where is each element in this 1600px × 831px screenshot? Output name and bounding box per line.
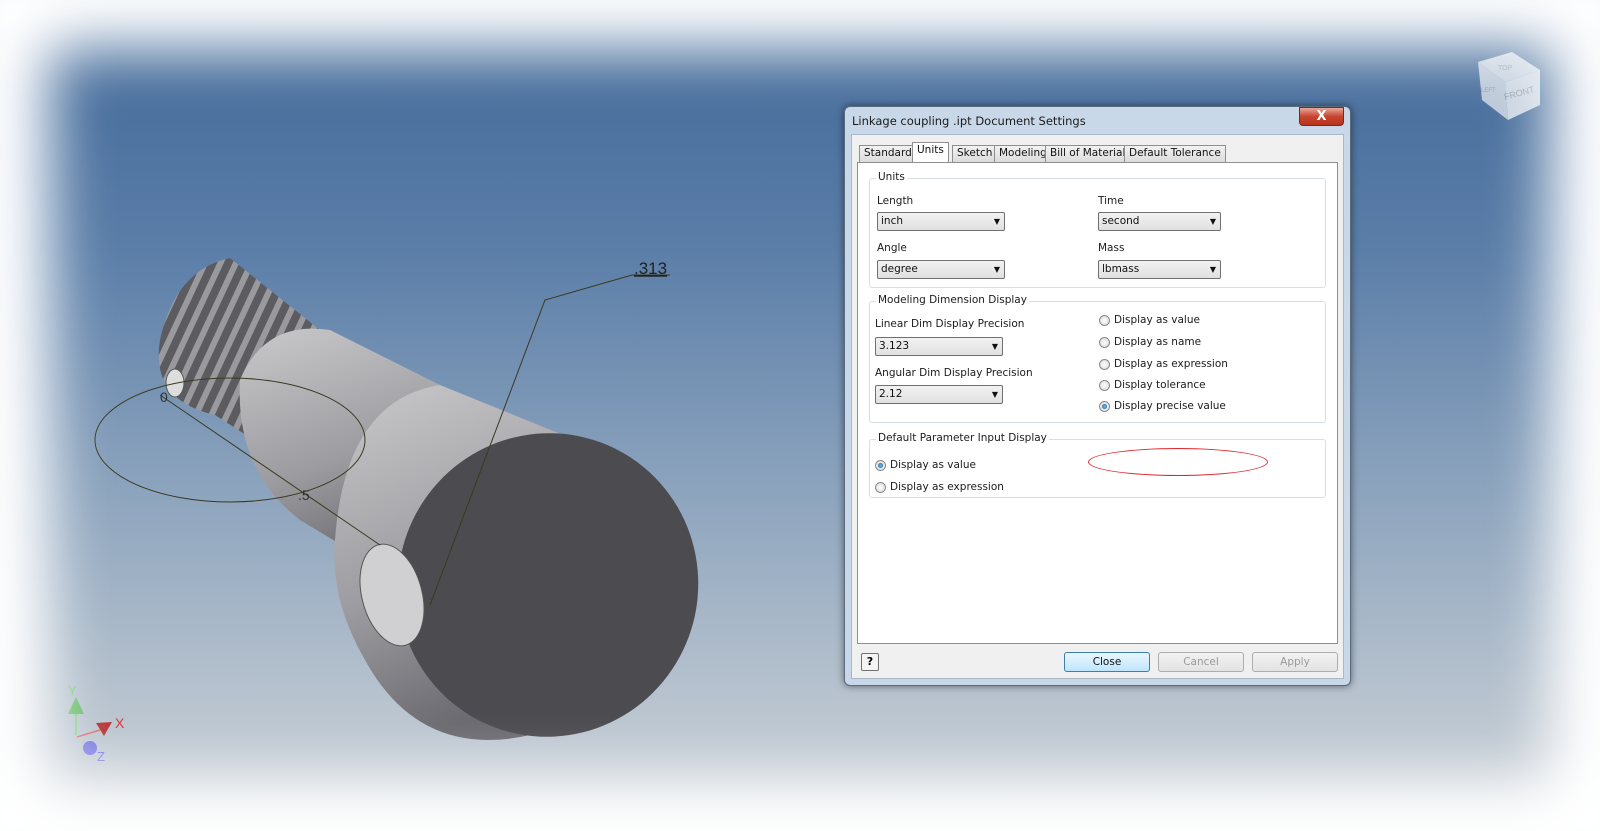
radio-button[interactable] bbox=[1099, 336, 1110, 348]
chevron-down-icon: ▼ bbox=[991, 390, 998, 399]
angle-select[interactable]: degree ▼ bbox=[877, 260, 1005, 279]
dimension-313[interactable]: .313 bbox=[634, 259, 667, 278]
chevron-down-icon: ▼ bbox=[993, 217, 1000, 226]
mass-select[interactable]: lbmass ▼ bbox=[1098, 260, 1221, 279]
length-value: inch bbox=[881, 215, 903, 227]
tab-modeling[interactable]: Modeling bbox=[994, 145, 1052, 162]
radio-label: Display tolerance bbox=[1114, 379, 1206, 391]
axis-x-label: X bbox=[115, 715, 125, 731]
tab-units[interactable]: Units bbox=[912, 142, 949, 163]
radio-button[interactable] bbox=[1099, 379, 1110, 391]
parameter-input-group: Default Parameter Input Display Display … bbox=[869, 432, 1326, 498]
tab-standard[interactable]: Standard bbox=[859, 145, 917, 162]
dimension-0[interactable]: 0 bbox=[160, 389, 168, 405]
parameter-input-group-label: Default Parameter Input Display bbox=[876, 432, 1049, 444]
radio-label: Display as name bbox=[1114, 336, 1202, 348]
radio-param-display-as-value[interactable]: Display as value bbox=[875, 459, 976, 471]
radio-label: Display as value bbox=[1114, 314, 1200, 326]
time-label: Time bbox=[1098, 195, 1124, 207]
radio-button[interactable] bbox=[875, 481, 886, 493]
radio-button[interactable] bbox=[1099, 314, 1110, 326]
help-button[interactable]: ? bbox=[861, 653, 879, 671]
radio-display-tolerance[interactable]: Display tolerance bbox=[1099, 379, 1206, 391]
chevron-down-icon: ▼ bbox=[1209, 217, 1216, 226]
angle-value: degree bbox=[881, 263, 918, 275]
linear-precision-label: Linear Dim Display Precision bbox=[875, 318, 1025, 330]
units-tab-panel: Units Length inch ▼ Time second ▼ Angle de… bbox=[857, 162, 1338, 644]
modeling-dimension-group: Modeling Dimension Display Linear Dim Di… bbox=[869, 294, 1326, 423]
mass-value: lbmass bbox=[1102, 263, 1140, 275]
units-group: Units Length inch ▼ Time second ▼ Angle de… bbox=[869, 171, 1326, 288]
radio-param-display-as-expression[interactable]: Display as expression bbox=[875, 481, 1004, 493]
tab-bill-of-materials[interactable]: Bill of Materials bbox=[1045, 145, 1136, 162]
dimension-5[interactable]: .5 bbox=[298, 487, 310, 503]
radio-label: Display precise value bbox=[1114, 400, 1226, 412]
close-window-button[interactable]: X bbox=[1299, 107, 1344, 126]
radio-display-as-value[interactable]: Display as value bbox=[1099, 314, 1200, 326]
time-value: second bbox=[1102, 215, 1140, 227]
modeling-dimension-group-label: Modeling Dimension Display bbox=[876, 294, 1029, 306]
time-select[interactable]: second ▼ bbox=[1098, 212, 1221, 231]
angular-precision-select[interactable]: 2.12 ▼ bbox=[875, 385, 1003, 404]
angle-label: Angle bbox=[877, 242, 907, 254]
radio-display-precise-value[interactable]: Display precise value bbox=[1099, 400, 1226, 412]
tab-sketch[interactable]: Sketch bbox=[952, 145, 998, 162]
chevron-down-icon: ▼ bbox=[991, 342, 998, 351]
length-label: Length bbox=[877, 195, 914, 207]
linear-precision-value: 3.123 bbox=[879, 340, 910, 352]
head-cylinder bbox=[334, 385, 699, 740]
radio-label: Display as expression bbox=[1114, 358, 1228, 370]
chevron-down-icon: ▼ bbox=[993, 265, 1000, 274]
radio-display-as-name[interactable]: Display as name bbox=[1099, 336, 1201, 348]
radio-label: Display as value bbox=[890, 459, 976, 471]
mass-label: Mass bbox=[1098, 242, 1125, 254]
tab-default-tolerance[interactable]: Default Tolerance bbox=[1124, 145, 1226, 162]
angular-precision-label: Angular Dim Display Precision bbox=[875, 367, 1033, 379]
angular-precision-value: 2.12 bbox=[879, 388, 903, 400]
axis-triad: Y X Z bbox=[68, 683, 125, 764]
radio-label: Display as expression bbox=[890, 481, 1004, 493]
length-select[interactable]: inch ▼ bbox=[877, 212, 1005, 231]
linear-precision-select[interactable]: 3.123 ▼ bbox=[875, 337, 1003, 356]
3d-viewport[interactable]: .313 .5 0 Y X Z TOP FRONT LEFT bbox=[0, 0, 1600, 831]
apply-button[interactable]: Apply bbox=[1252, 652, 1338, 672]
units-group-label: Units bbox=[876, 171, 907, 183]
viewcube-top[interactable]: TOP bbox=[1498, 65, 1513, 72]
close-button[interactable]: Close bbox=[1064, 652, 1150, 672]
document-settings-dialog: Linkage coupling .ipt Document Settings … bbox=[844, 106, 1351, 686]
axis-y-label: Y bbox=[68, 683, 77, 698]
radio-display-as-expression[interactable]: Display as expression bbox=[1099, 358, 1228, 370]
viewcube[interactable]: TOP FRONT LEFT bbox=[1478, 52, 1540, 120]
radio-button[interactable] bbox=[1099, 358, 1110, 370]
radio-button-selected[interactable] bbox=[875, 459, 886, 471]
chevron-down-icon: ▼ bbox=[1209, 265, 1216, 274]
viewcube-left[interactable]: LEFT bbox=[1481, 88, 1496, 94]
axis-z-label: Z bbox=[97, 749, 105, 764]
cancel-button[interactable]: Cancel bbox=[1158, 652, 1244, 672]
dialog-title: Linkage coupling .ipt Document Settings bbox=[852, 114, 1086, 128]
model-view: .313 .5 0 Y X Z TOP FRONT LEFT bbox=[68, 52, 1540, 764]
radio-button-selected[interactable] bbox=[1099, 400, 1110, 412]
